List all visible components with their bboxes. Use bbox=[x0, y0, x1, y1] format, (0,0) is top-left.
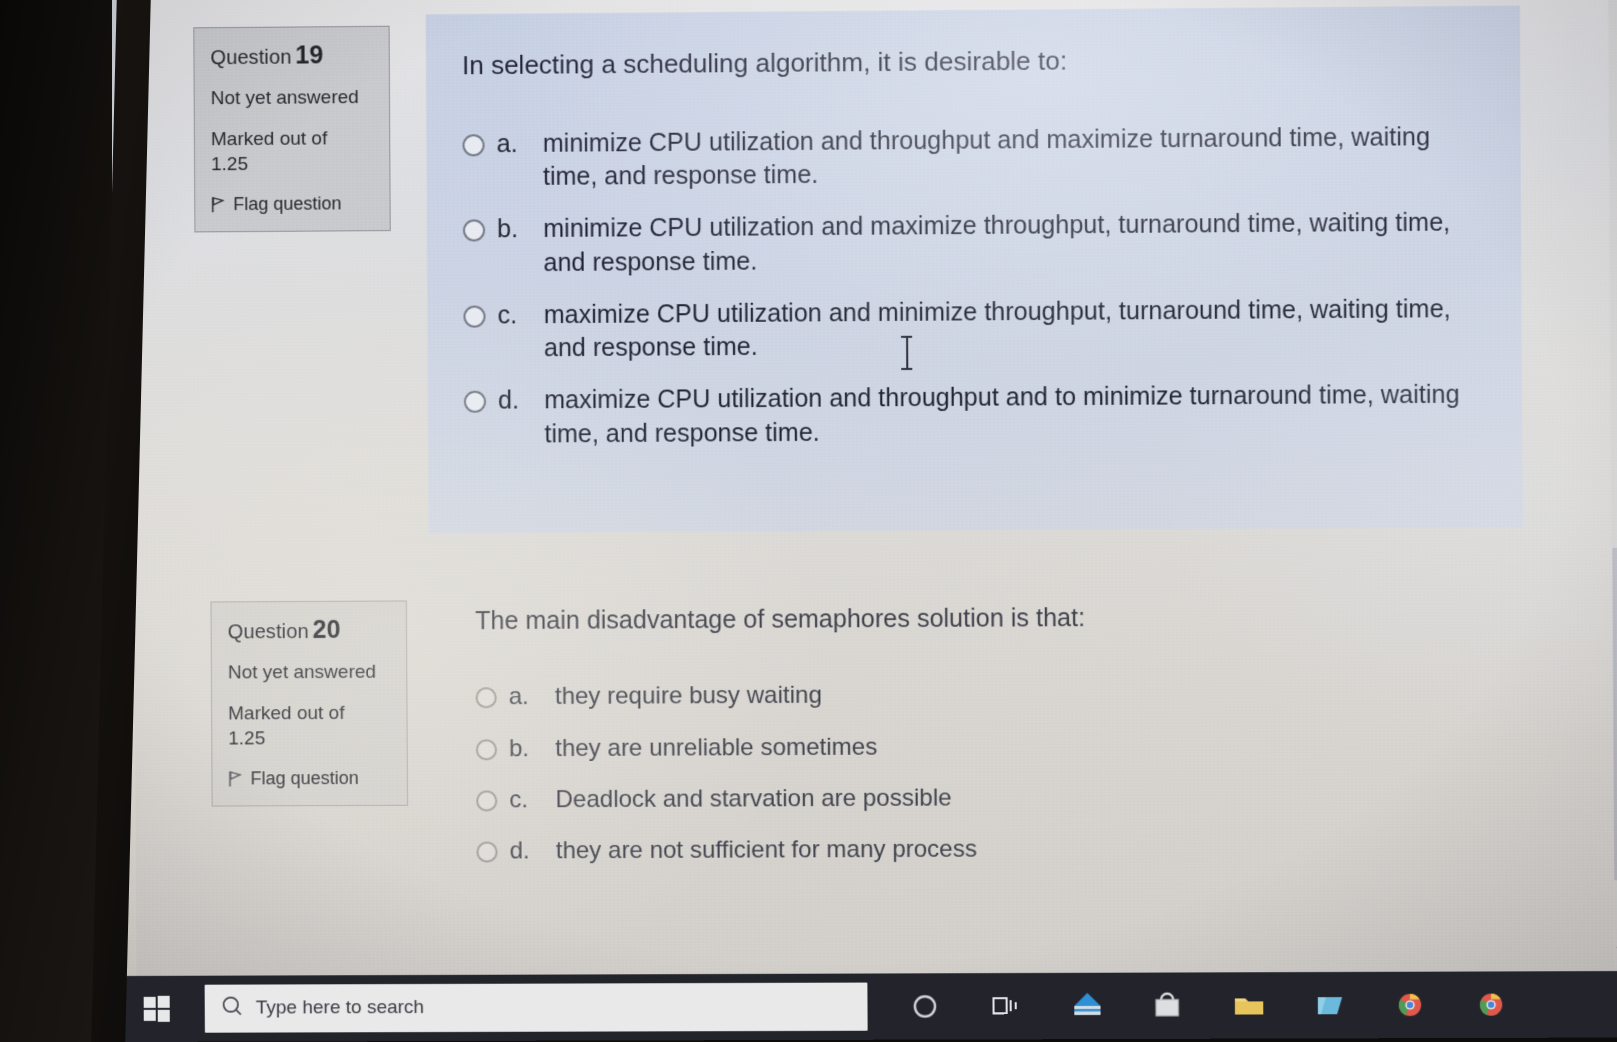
question-20-option-d[interactable]: d. they are not sufficient for many proc… bbox=[476, 832, 1525, 869]
option-text-c: maximize CPU utilization and minimize th… bbox=[543, 294, 1451, 363]
option-letter-a: a. bbox=[508, 683, 529, 711]
option-text-a: minimize CPU utilization and throughput … bbox=[542, 122, 1431, 192]
question-20-info-box: Question 20 Not yet answered Marked out o… bbox=[210, 600, 409, 807]
radio-button-d[interactable] bbox=[476, 841, 498, 864]
question-19-stem: In selecting a scheduling algorithm, it … bbox=[461, 45, 1068, 81]
windows-taskbar: Type here to search bbox=[114, 971, 1617, 1042]
question-19-marks: Marked out of 1.25 bbox=[211, 126, 374, 177]
file-explorer-icon[interactable] bbox=[1312, 987, 1349, 1023]
question-19-answers: a. minimize CPU utilization and throughp… bbox=[462, 120, 1513, 452]
radio-button-a[interactable] bbox=[462, 133, 485, 156]
text-cursor-icon bbox=[901, 336, 912, 370]
option-letter-d: d. bbox=[509, 837, 530, 865]
quiz-page: Question 19 Not yet answered Marked out o… bbox=[131, 0, 1617, 978]
blue-app-icon[interactable] bbox=[1069, 988, 1106, 1024]
radio-button-d[interactable] bbox=[463, 390, 487, 413]
question-20-number-line: Question 20 bbox=[228, 616, 390, 646]
flag-icon bbox=[228, 770, 243, 788]
page-scrollbar[interactable] bbox=[1608, 0, 1617, 974]
option-text-d: maximize CPU utilization and throughput … bbox=[544, 380, 1460, 449]
scrollbar-thumb[interactable] bbox=[1612, 547, 1617, 881]
flag-icon bbox=[211, 196, 225, 213]
question-19-info-box: Question 19 Not yet answered Marked out o… bbox=[193, 25, 391, 233]
question-20-stem: The main disadvantage of semaphores solu… bbox=[475, 603, 1086, 636]
option-letter-b: b. bbox=[497, 215, 519, 244]
option-text-d: they are not sufficient for many process bbox=[555, 835, 978, 865]
radio-button-c[interactable] bbox=[476, 790, 498, 812]
option-letter-a: a. bbox=[496, 129, 518, 158]
radio-button-c[interactable] bbox=[463, 305, 486, 328]
search-circle-icon bbox=[221, 995, 243, 1023]
option-text-b: they are unreliable sometimes bbox=[555, 733, 878, 762]
question-20-option-c[interactable]: c. Deadlock and starvation are possible bbox=[476, 780, 1525, 817]
radio-button-b[interactable] bbox=[462, 219, 486, 242]
monitor-bezel bbox=[0, 0, 112, 1042]
question-20-flag-button[interactable]: Flag question bbox=[228, 768, 390, 790]
question-19-body: In selecting a scheduling algorithm, it … bbox=[462, 41, 1513, 471]
radio-button-a[interactable] bbox=[475, 687, 497, 709]
chrome-icon-2[interactable] bbox=[1474, 987, 1511, 1023]
option-text-a: they require busy waiting bbox=[554, 681, 823, 711]
windows-start-icon[interactable] bbox=[115, 976, 199, 1042]
option-letter-b: b. bbox=[508, 734, 530, 762]
question-number: 20 bbox=[312, 615, 341, 645]
marked-out-of-label: Marked out of bbox=[228, 702, 345, 725]
flag-question-label: Flag question bbox=[233, 193, 342, 215]
radio-button-b[interactable] bbox=[475, 738, 498, 761]
question-19-status: Not yet answered bbox=[210, 87, 359, 110]
question-19-option-d[interactable]: d. maximize CPU utilization and throughp… bbox=[463, 378, 1513, 452]
question-20-option-a[interactable]: a. they require busy waiting bbox=[475, 677, 1525, 714]
option-letter-c: c. bbox=[497, 300, 518, 329]
question-19-option-b[interactable]: b. minimize CPU utilization and maximize… bbox=[462, 206, 1512, 281]
question-20-option-b[interactable]: b. they are unreliable sometimes bbox=[475, 728, 1525, 765]
question-20-status: Not yet answered bbox=[227, 661, 377, 684]
marked-out-of-label: Marked out of bbox=[210, 128, 328, 151]
search-input-placeholder[interactable]: Type here to search bbox=[256, 997, 424, 1020]
task-view-icon[interactable] bbox=[988, 988, 1025, 1024]
question-label: Question bbox=[227, 621, 309, 644]
taskbar-search-box[interactable]: Type here to search bbox=[204, 982, 868, 1033]
chrome-icon[interactable] bbox=[1393, 987, 1430, 1023]
option-letter-d: d. bbox=[497, 386, 520, 415]
cortana-icon[interactable] bbox=[908, 988, 944, 1024]
question-19-option-c[interactable]: c. maximize CPU utilization and minimize… bbox=[463, 292, 1512, 367]
question-20-body: The main disadvantage of semaphores solu… bbox=[475, 601, 1526, 888]
option-letter-c: c. bbox=[509, 786, 529, 814]
option-text-b: minimize CPU utilization and maximize th… bbox=[543, 208, 1451, 277]
taskbar-pinned-icons bbox=[908, 987, 1511, 1025]
flag-question-label: Flag question bbox=[250, 768, 359, 789]
folder-icon[interactable] bbox=[1231, 987, 1268, 1023]
question-19-number-line: Question 19 bbox=[210, 41, 372, 71]
microsoft-store-icon[interactable] bbox=[1150, 988, 1187, 1024]
marked-out-of-value: 1.25 bbox=[210, 154, 249, 176]
question-20-answers: a. they require busy waiting b. they are… bbox=[475, 677, 1526, 869]
question-label: Question bbox=[210, 46, 292, 70]
question-number: 19 bbox=[295, 41, 324, 70]
question-19-option-a[interactable]: a. minimize CPU utilization and throughp… bbox=[462, 120, 1511, 196]
question-19-flag-button[interactable]: Flag question bbox=[211, 193, 373, 215]
question-20-marks: Marked out of 1.25 bbox=[228, 701, 391, 752]
option-text-c: Deadlock and starvation are possible bbox=[555, 784, 952, 814]
marked-out-of-value: 1.25 bbox=[228, 728, 266, 750]
